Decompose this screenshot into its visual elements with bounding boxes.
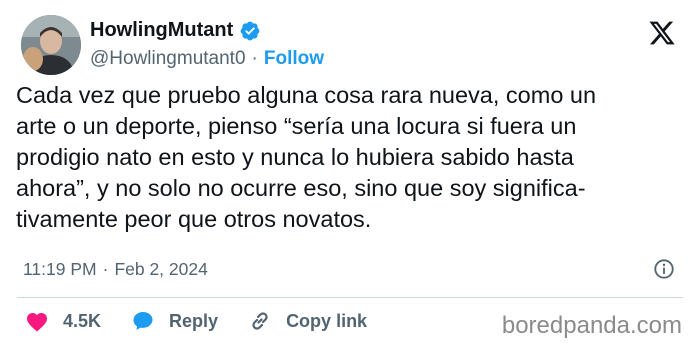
tweet-text: Cada vez que pruebo alguna cosa rara nue… bbox=[16, 82, 597, 232]
reply-button[interactable]: Reply bbox=[131, 309, 218, 333]
tweet-time[interactable]: 11:19 PM bbox=[23, 259, 97, 280]
info-icon[interactable] bbox=[653, 258, 675, 280]
like-count: 4.5K bbox=[63, 310, 102, 331]
handle-separator: · bbox=[251, 48, 258, 69]
copy-link-button[interactable]: Copy link bbox=[248, 309, 367, 333]
verified-icon bbox=[240, 21, 260, 40]
reply-icon bbox=[133, 312, 153, 330]
watermark: boredpanda.com bbox=[501, 312, 682, 339]
copy-link-label: Copy link bbox=[286, 310, 368, 331]
tweet-date[interactable]: Feb 2, 2024 bbox=[114, 259, 207, 280]
avatar-image bbox=[21, 15, 81, 75]
divider bbox=[17, 297, 683, 298]
link-icon bbox=[252, 312, 268, 330]
timestamp[interactable]: 11:19 PM · Feb 2, 2024 bbox=[23, 259, 208, 280]
action-bar: 4.5K Reply Copy link bbox=[25, 309, 397, 333]
display-name[interactable]: HowlingMutant bbox=[90, 19, 233, 42]
reply-label: Reply bbox=[169, 310, 219, 331]
x-logo-icon[interactable] bbox=[648, 19, 676, 47]
handle[interactable]: @Howlingmutant0 bbox=[90, 48, 246, 70]
heart-icon bbox=[27, 313, 47, 332]
timestamp-separator: · bbox=[102, 259, 109, 279]
follow-button[interactable]: Follow bbox=[264, 48, 324, 70]
avatar[interactable] bbox=[21, 15, 81, 75]
like-button[interactable]: 4.5K bbox=[25, 310, 101, 332]
